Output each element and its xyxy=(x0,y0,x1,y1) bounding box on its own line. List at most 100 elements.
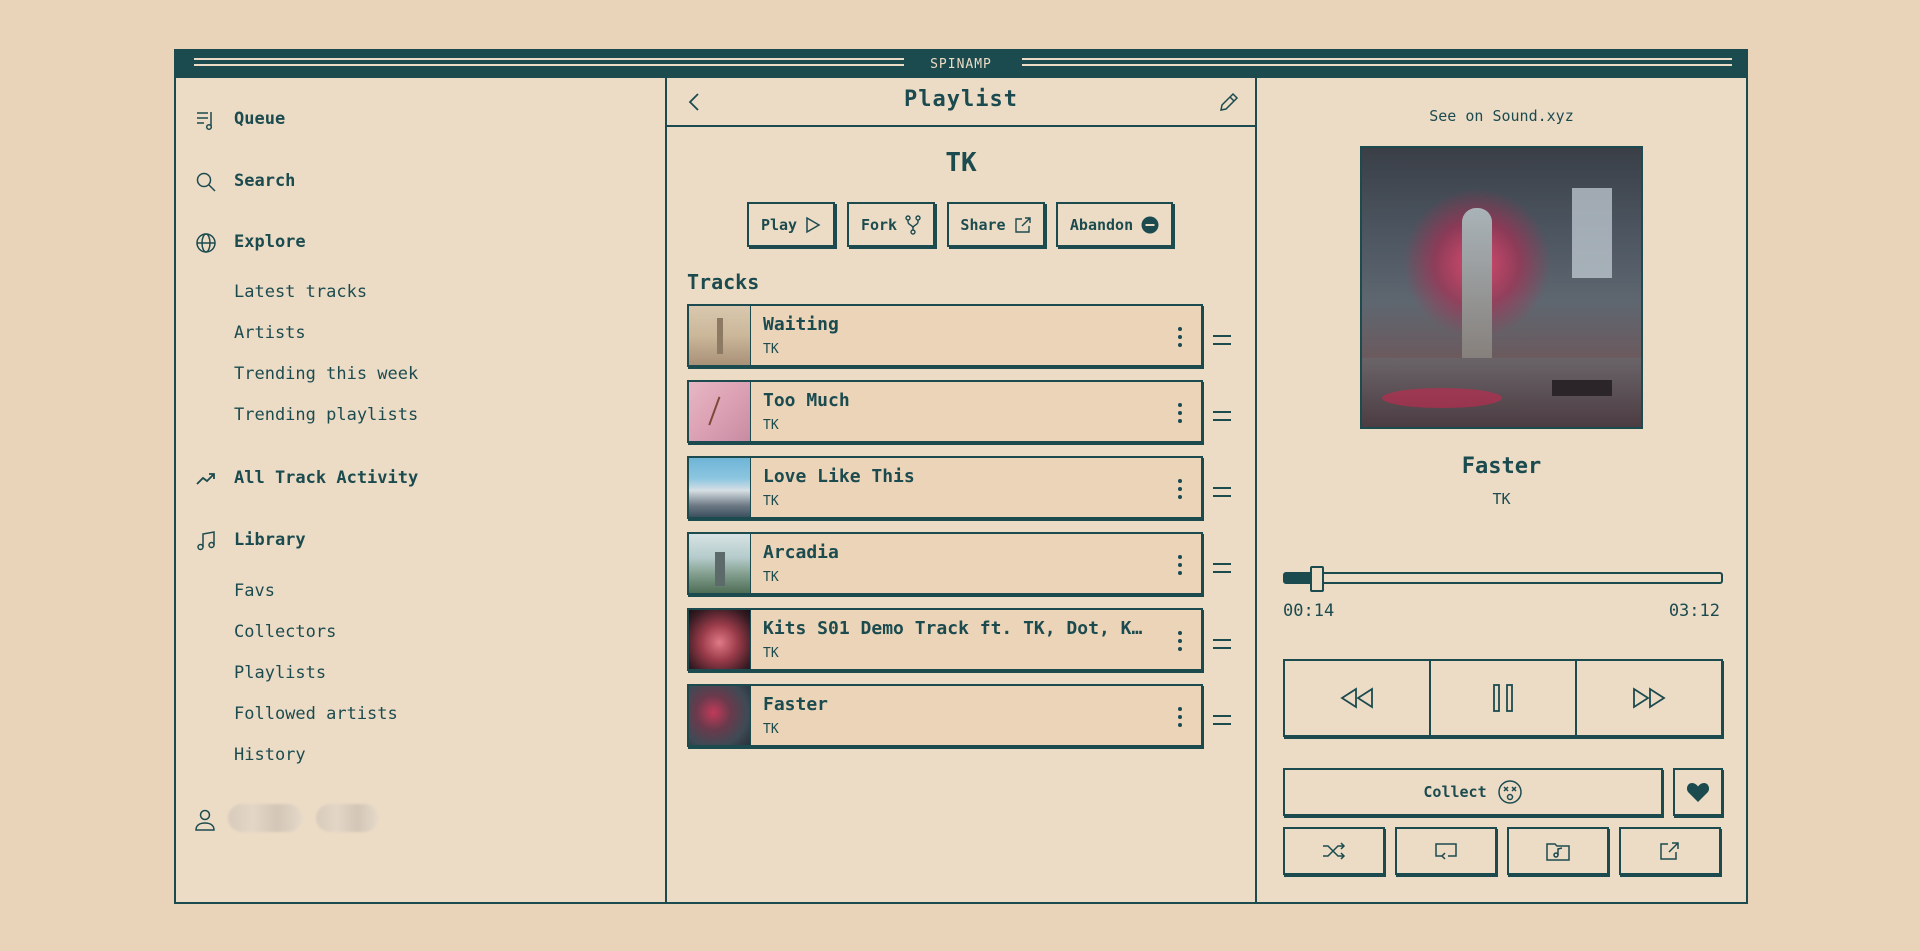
nav-queue[interactable]: Queue xyxy=(234,109,285,129)
drag-handle[interactable] xyxy=(1213,411,1231,421)
repeat-button[interactable] xyxy=(1395,827,1497,875)
abandon-label: Abandon xyxy=(1069,215,1134,234)
nav-artists[interactable]: Artists xyxy=(234,323,306,343)
rewind-icon xyxy=(1340,687,1373,709)
track-artwork xyxy=(689,610,751,669)
track-title: Too Much xyxy=(763,390,850,411)
nav-favs[interactable]: Favs xyxy=(234,581,275,601)
tracks-heading: Tracks xyxy=(687,270,760,294)
now-playing-title: Faster xyxy=(1461,454,1542,479)
play-button[interactable]: Play xyxy=(747,202,835,247)
player-panel: See on Sound.xyz Faster TK 00:14 03:12 C… xyxy=(1257,78,1746,902)
drag-handle[interactable] xyxy=(1213,715,1231,725)
share-button[interactable]: Share xyxy=(947,202,1045,247)
fork-button[interactable]: Fork xyxy=(847,202,935,247)
more-vertical-icon[interactable] xyxy=(1177,706,1183,728)
trending-icon xyxy=(196,473,215,485)
drag-handle[interactable] xyxy=(1213,487,1231,497)
nav-history[interactable]: History xyxy=(234,745,306,765)
more-vertical-icon[interactable] xyxy=(1177,630,1183,652)
queue-icon xyxy=(197,112,213,131)
user-icon[interactable] xyxy=(194,808,216,832)
track-row[interactable]: Faster TK xyxy=(687,684,1203,747)
playlist-header: Playlist xyxy=(667,78,1255,127)
seek-handle[interactable] xyxy=(1309,566,1324,592)
seek-bar[interactable] xyxy=(1283,566,1723,592)
save-to-folder-button[interactable] xyxy=(1507,827,1609,875)
collect-button[interactable]: Collect xyxy=(1283,768,1663,816)
drag-handle[interactable] xyxy=(1213,639,1231,649)
playlist-panel: Playlist TK Play Fork Share Abandon Trac… xyxy=(667,78,1257,902)
title-bar: SPINAMP xyxy=(176,51,1746,78)
play-label: Play xyxy=(760,215,798,234)
fork-icon xyxy=(905,214,921,235)
minus-circle-icon xyxy=(1141,216,1159,233)
share-track-button[interactable] xyxy=(1619,827,1721,875)
play-icon xyxy=(806,216,821,233)
track-artist: TK xyxy=(763,722,779,737)
username-blurred xyxy=(228,804,302,832)
nav-trending-playlists[interactable]: Trending playlists xyxy=(234,405,418,425)
transport-controls xyxy=(1283,659,1723,737)
drag-handle[interactable] xyxy=(1213,563,1231,573)
app-window: SPINAMP Queue Search Explore Latest trac… xyxy=(174,49,1748,904)
track-row[interactable]: Arcadia TK xyxy=(687,532,1203,595)
repeat-icon xyxy=(1435,843,1457,860)
track-title: Kits S01 Demo Track ft. TK, Dot, Kirby xyxy=(763,618,1143,639)
more-vertical-icon[interactable] xyxy=(1177,554,1183,576)
more-vertical-icon[interactable] xyxy=(1177,326,1183,348)
track-title: Love Like This xyxy=(763,466,915,487)
music-folder-icon xyxy=(1546,843,1570,861)
nav-followed-artists[interactable]: Followed artists xyxy=(234,704,398,724)
shuffle-button[interactable] xyxy=(1283,827,1385,875)
collect-label: Collect xyxy=(1423,783,1487,801)
track-artwork xyxy=(689,306,751,365)
nav-collectors[interactable]: Collectors xyxy=(234,622,336,642)
track-row[interactable]: Waiting TK xyxy=(687,304,1203,367)
drag-handle[interactable] xyxy=(1213,335,1231,345)
nav-search[interactable]: Search xyxy=(234,171,295,191)
more-vertical-icon[interactable] xyxy=(1177,402,1183,424)
nav-library[interactable]: Library xyxy=(234,530,306,550)
nav-latest-tracks[interactable]: Latest tracks xyxy=(234,282,367,302)
pause-button[interactable] xyxy=(1431,661,1577,735)
sound-xyz-link[interactable]: See on Sound.xyz xyxy=(1257,107,1746,125)
track-row[interactable]: Love Like This TK xyxy=(687,456,1203,519)
track-row[interactable]: Too Much TK xyxy=(687,380,1203,443)
nav-trending-week[interactable]: Trending this week xyxy=(234,364,418,384)
track-row[interactable]: Kits S01 Demo Track ft. TK, Dot, Kirby T… xyxy=(687,608,1203,671)
nav-all-track-activity[interactable]: All Track Activity xyxy=(234,468,418,488)
collect-face-icon xyxy=(1497,780,1522,804)
track-title: Faster xyxy=(763,694,829,715)
nav-explore[interactable]: Explore xyxy=(234,232,306,252)
share-icon xyxy=(1014,216,1031,233)
fast-forward-button[interactable] xyxy=(1577,661,1721,735)
more-vertical-icon[interactable] xyxy=(1177,478,1183,500)
track-artist: TK xyxy=(763,570,779,585)
globe-icon xyxy=(196,233,216,253)
now-playing-artist[interactable]: TK xyxy=(1257,490,1746,508)
elapsed-time: 00:14 xyxy=(1283,601,1335,621)
pencil-icon[interactable] xyxy=(1217,90,1241,114)
track-title: Waiting xyxy=(763,314,839,335)
now-playing-artwork xyxy=(1360,146,1643,429)
track-artwork xyxy=(689,382,751,441)
abandon-button[interactable]: Abandon xyxy=(1056,202,1173,247)
app-title: SPINAMP xyxy=(930,57,992,72)
share-icon xyxy=(1660,842,1679,860)
fast-forward-icon xyxy=(1633,687,1666,709)
playlist-name: TK xyxy=(945,148,977,178)
music-note-icon xyxy=(197,531,215,551)
favourite-button[interactable] xyxy=(1673,768,1723,816)
pause-icon xyxy=(1493,684,1513,712)
rewind-button[interactable] xyxy=(1285,661,1431,735)
heart-icon xyxy=(1686,783,1710,802)
share-label: Share xyxy=(960,215,1006,234)
duration-time: 03:12 xyxy=(1668,601,1720,621)
track-artist: TK xyxy=(763,418,779,433)
track-artwork xyxy=(689,534,751,593)
track-artist: TK xyxy=(763,494,779,509)
track-artist: TK xyxy=(763,646,779,661)
shuffle-icon xyxy=(1323,842,1346,860)
nav-playlists[interactable]: Playlists xyxy=(234,663,326,683)
